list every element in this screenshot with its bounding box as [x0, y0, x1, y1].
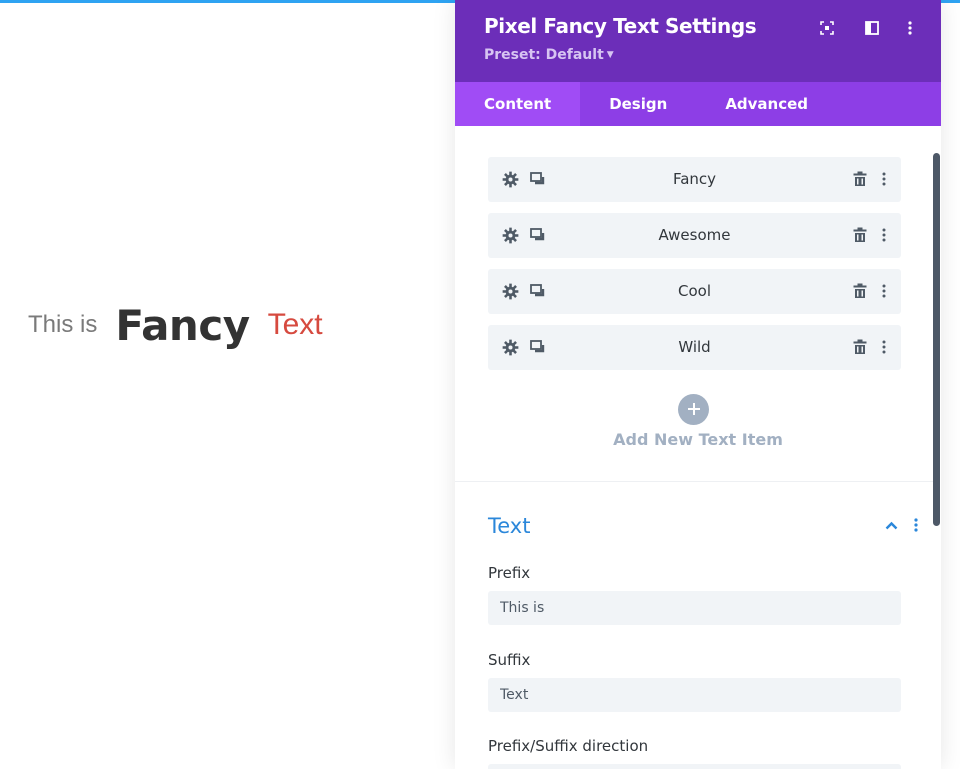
- split-view-icon[interactable]: [862, 18, 882, 38]
- prefix-input[interactable]: [488, 591, 901, 625]
- trash-icon[interactable]: [850, 337, 870, 357]
- text-item[interactable]: Awesome: [488, 213, 901, 258]
- text-item-label: Awesome: [658, 226, 731, 244]
- more-vertical-icon[interactable]: [874, 337, 894, 357]
- text-item[interactable]: Cool: [488, 269, 901, 314]
- panel-header: Pixel Fancy Text Settings Preset: Defaul…: [455, 0, 941, 82]
- prefix-suffix-direction-label: Prefix/Suffix direction: [488, 737, 649, 755]
- text-item-label: Cool: [678, 282, 711, 300]
- section-divider: [455, 481, 933, 482]
- more-vertical-icon[interactable]: [874, 225, 894, 245]
- text-item-label: Fancy: [672, 170, 717, 188]
- preview-prefix-text: This is: [28, 311, 98, 338]
- trash-icon[interactable]: [850, 281, 870, 301]
- suffix-label: Suffix: [488, 651, 531, 669]
- suffix-input[interactable]: [488, 678, 901, 712]
- fancy-text-preview: This is Fancy Text: [28, 290, 323, 360]
- text-item[interactable]: Wild: [488, 325, 901, 370]
- expand-icon[interactable]: [817, 18, 837, 38]
- add-text-item-button[interactable]: [678, 394, 709, 425]
- panel-tabs: Content Design Advanced: [455, 82, 941, 126]
- panel-title: Pixel Fancy Text Settings: [484, 14, 757, 38]
- preview-suffix-text: Text: [267, 308, 323, 341]
- text-section-title[interactable]: Text: [488, 514, 530, 538]
- prefix-suffix-direction-select[interactable]: [488, 764, 901, 769]
- preset-label: Preset: Default: [484, 47, 604, 63]
- plus-icon: [687, 400, 700, 419]
- preview-fancy-text: Fancy: [115, 300, 250, 350]
- tab-content[interactable]: Content: [455, 82, 581, 126]
- text-item[interactable]: Fancy: [488, 157, 901, 202]
- tab-advanced[interactable]: Advanced: [696, 82, 837, 126]
- prefix-label: Prefix: [488, 564, 531, 582]
- text-item-label: Wild: [678, 338, 711, 356]
- more-vertical-icon[interactable]: [910, 516, 922, 534]
- chevron-up-icon[interactable]: [883, 517, 899, 533]
- trash-icon[interactable]: [850, 225, 870, 245]
- panel-scrollbar[interactable]: [933, 153, 940, 526]
- trash-icon[interactable]: [850, 169, 870, 189]
- more-vertical-icon[interactable]: [874, 169, 894, 189]
- preset-selector[interactable]: Preset: Default ▼: [484, 47, 614, 63]
- settings-panel: Pixel Fancy Text Settings Preset: Defaul…: [455, 0, 941, 769]
- more-vertical-icon[interactable]: [900, 18, 920, 38]
- add-text-item-label[interactable]: Add New Text Item: [455, 430, 941, 449]
- more-vertical-icon[interactable]: [874, 281, 894, 301]
- caret-down-icon: ▼: [606, 50, 614, 60]
- tab-design[interactable]: Design: [580, 82, 696, 126]
